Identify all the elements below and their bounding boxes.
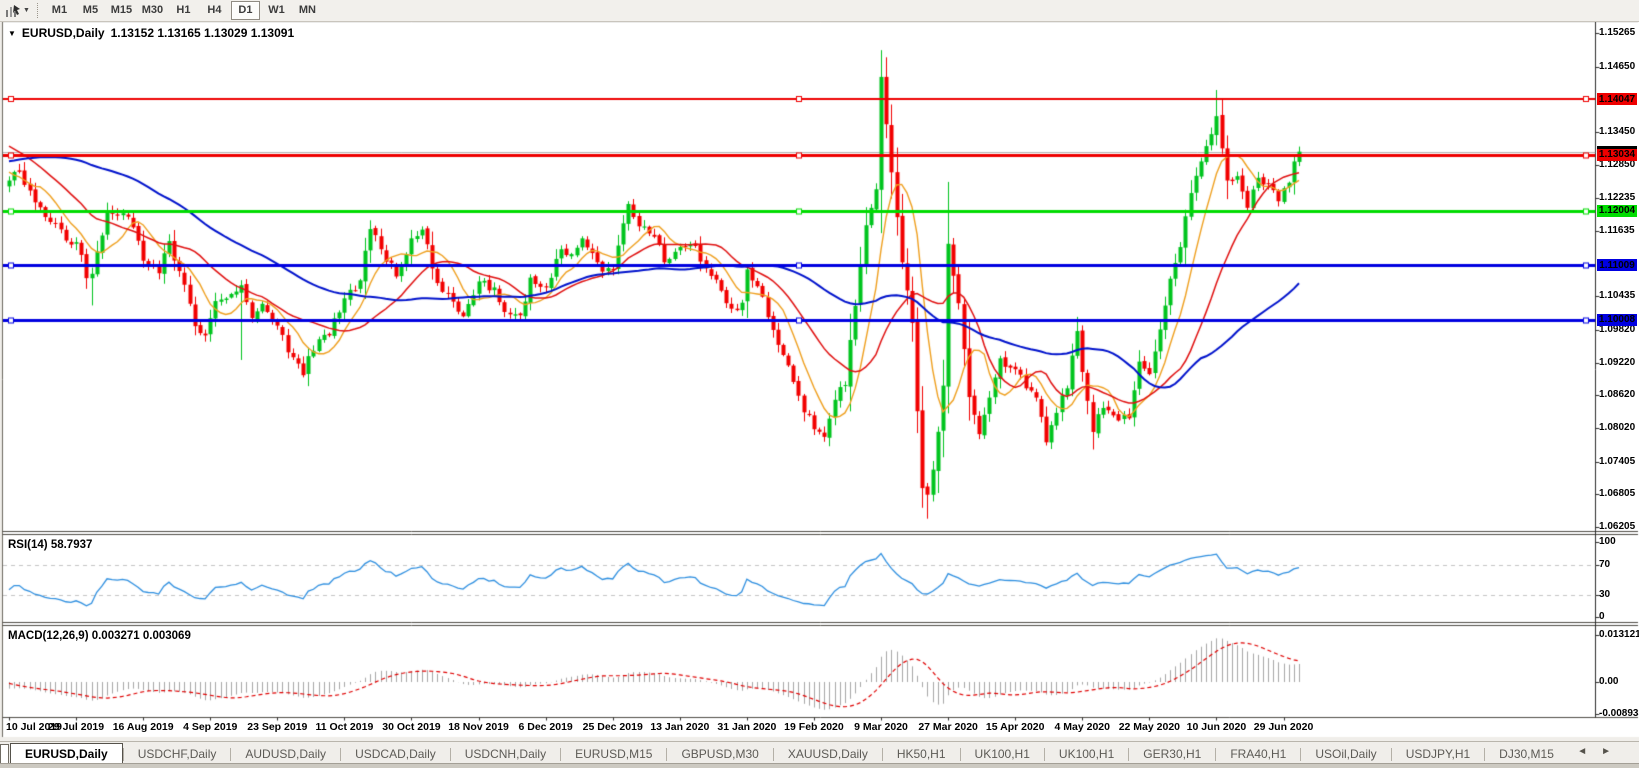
date-axis-label: 18 Nov 2019 bbox=[448, 721, 509, 733]
date-axis-label: 6 Dec 2019 bbox=[518, 721, 573, 733]
timeframe-button-mn[interactable]: MN bbox=[293, 1, 322, 20]
tab-stub[interactable] bbox=[0, 744, 9, 764]
chart-tab-usoil-daily[interactable]: USOil,Daily bbox=[1301, 745, 1390, 764]
price-axis-label: 1.06805 bbox=[1599, 488, 1636, 500]
quote-dropdown-icon[interactable]: ▼ bbox=[8, 29, 16, 38]
timeframe-button-w1[interactable]: W1 bbox=[262, 1, 291, 20]
macd-axis-label: -0.008933 bbox=[1599, 708, 1639, 720]
chart-tab-bar: EURUSD,Daily USDCHF,Daily AUDUSD,Daily USDC… bbox=[0, 741, 1639, 765]
tab-scroll-right-icon[interactable]: ► bbox=[1601, 746, 1625, 757]
date-axis-label: 30 Oct 2019 bbox=[382, 721, 441, 733]
hline-price-tag[interactable]: 1.11009 bbox=[1597, 259, 1637, 272]
date-axis-label: 22 May 2020 bbox=[1118, 721, 1181, 733]
rsi-axis-label: 100 bbox=[1599, 536, 1616, 547]
price-axis-label: 1.13450 bbox=[1599, 125, 1636, 137]
price-axis-label: 1.08020 bbox=[1599, 422, 1636, 434]
price-axis-label: 1.14650 bbox=[1599, 60, 1636, 72]
macd-axis-label: 0.013121 bbox=[1599, 628, 1639, 640]
date-axis-label: 11 Oct 2019 bbox=[315, 721, 374, 733]
chart-tab-fra40-h1[interactable]: FRA40,H1 bbox=[1216, 745, 1300, 764]
price-axis-label: 1.10435 bbox=[1599, 290, 1636, 302]
rsi-axis-label: 0 bbox=[1599, 611, 1605, 622]
chart-tab-gbpusd-m30[interactable]: GBPUSD,M30 bbox=[667, 745, 772, 764]
date-axis-label: 27 Mar 2020 bbox=[918, 721, 978, 733]
chart-cursor-icon[interactable] bbox=[4, 3, 22, 18]
chart-ohlc-values: 1.13152 1.13165 1.13029 1.13091 bbox=[110, 26, 295, 40]
price-axis-label: 1.06205 bbox=[1599, 521, 1636, 533]
price-axis-label: 1.08620 bbox=[1599, 389, 1636, 401]
date-axis-label: 13 Jan 2020 bbox=[650, 721, 710, 733]
toolbar-grip[interactable] bbox=[36, 3, 38, 18]
rsi-axis-label: 30 bbox=[1599, 588, 1611, 600]
date-axis-label: 16 Aug 2019 bbox=[112, 721, 174, 733]
price-axis-label: 1.09220 bbox=[1599, 356, 1636, 368]
date-axis-label: 29 Jun 2020 bbox=[1253, 721, 1314, 733]
macd-indicator-label: MACD(12,26,9) 0.003271 0.003069 bbox=[8, 630, 191, 642]
chart-tab-dj30-m15[interactable]: DJ30,M15 bbox=[1485, 745, 1568, 764]
status-bar bbox=[0, 763, 1639, 768]
rsi-indicator-label: RSI(14) 58.7937 bbox=[8, 539, 93, 551]
chart-title: ▼ EURUSD,Daily 1.13152 1.13165 1.13029 1… bbox=[8, 26, 294, 40]
hline-price-tag[interactable]: 1.14047 bbox=[1597, 93, 1637, 106]
timeframe-button-m15[interactable]: M15 bbox=[107, 1, 136, 20]
timeframe-button-m30[interactable]: M30 bbox=[138, 1, 167, 20]
macd-axis-label: 0.00 bbox=[1599, 676, 1619, 687]
timeframe-button-h4[interactable]: H4 bbox=[200, 1, 229, 20]
chart-tab-ger30-h1[interactable]: GER30,H1 bbox=[1129, 745, 1215, 764]
date-axis-label: 31 Jan 2020 bbox=[717, 721, 777, 733]
timeframe-button-d1[interactable]: D1 bbox=[230, 1, 260, 20]
price-axis-label: 1.15265 bbox=[1599, 27, 1636, 38]
date-axis-label: 19 Feb 2020 bbox=[784, 721, 844, 733]
hline-price-tag[interactable]: 1.12004 bbox=[1597, 204, 1637, 217]
rsi-axis-label: 70 bbox=[1599, 558, 1611, 570]
chart-tab-usdchf-daily[interactable]: USDCHF,Daily bbox=[124, 745, 231, 764]
chart-tab-eurusd-m15[interactable]: EURUSD,M15 bbox=[561, 745, 666, 764]
date-axis-label: 25 Dec 2019 bbox=[582, 721, 643, 733]
chart-tab-uk100-h1[interactable]: UK100,H1 bbox=[961, 745, 1044, 764]
date-axis-label: 10 Jun 2020 bbox=[1186, 721, 1247, 733]
date-axis-label: 4 May 2020 bbox=[1054, 721, 1110, 733]
chart-tool-dropdown-icon[interactable]: ▼ bbox=[23, 7, 30, 14]
date-axis-label: 4 Sep 2019 bbox=[183, 721, 238, 733]
price-axis-label: 1.12235 bbox=[1599, 192, 1636, 204]
date-axis-label: 15 Apr 2020 bbox=[985, 721, 1045, 733]
price-axis-label: 1.11635 bbox=[1599, 224, 1635, 236]
chart-symbol-label: EURUSD,Daily bbox=[21, 26, 105, 40]
price-chart-canvas[interactable] bbox=[0, 0, 1639, 767]
chart-tab-uk100-h1[interactable]: UK100,H1 bbox=[1045, 745, 1128, 764]
price-axis-label: 1.07405 bbox=[1599, 455, 1636, 467]
date-axis-label: 23 Sep 2019 bbox=[247, 721, 308, 733]
hline-price-tag[interactable]: 1.10008 bbox=[1597, 313, 1637, 326]
chart-tab-eurusd-daily[interactable]: EURUSD,Daily bbox=[10, 743, 123, 765]
chart-tab-audusd-daily[interactable]: AUDUSD,Daily bbox=[231, 745, 340, 764]
date-axis-label: 9 Mar 2020 bbox=[854, 721, 908, 733]
chart-tab-hk50-h1[interactable]: HK50,H1 bbox=[883, 745, 960, 764]
date-axis-label: 29 Jul 2019 bbox=[48, 721, 105, 733]
chart-tab-usdjpy-h1[interactable]: USDJPY,H1 bbox=[1392, 745, 1484, 764]
chart-tab-usdcad-daily[interactable]: USDCAD,Daily bbox=[341, 745, 450, 764]
chart-window: ▼ M1 M5 M15 M30 H1 H4 D1 W1 MN ▼ EURUSD,Daily 1.… bbox=[0, 0, 1639, 768]
timeframe-button-m1[interactable]: M1 bbox=[45, 1, 74, 20]
timeframe-button-m5[interactable]: M5 bbox=[76, 1, 105, 20]
timeframe-toolbar: ▼ M1 M5 M15 M30 H1 H4 D1 W1 MN bbox=[0, 0, 1639, 22]
timeframe-button-h1[interactable]: H1 bbox=[169, 1, 198, 20]
tab-scroll-left-icon[interactable]: ◄ bbox=[1577, 746, 1601, 757]
hline-price-tag[interactable]: 1.13034 bbox=[1597, 148, 1637, 161]
chart-tab-xauusd-daily[interactable]: XAUUSD,Daily bbox=[774, 745, 882, 764]
chart-tab-usdcnh-daily[interactable]: USDCNH,Daily bbox=[451, 745, 560, 764]
